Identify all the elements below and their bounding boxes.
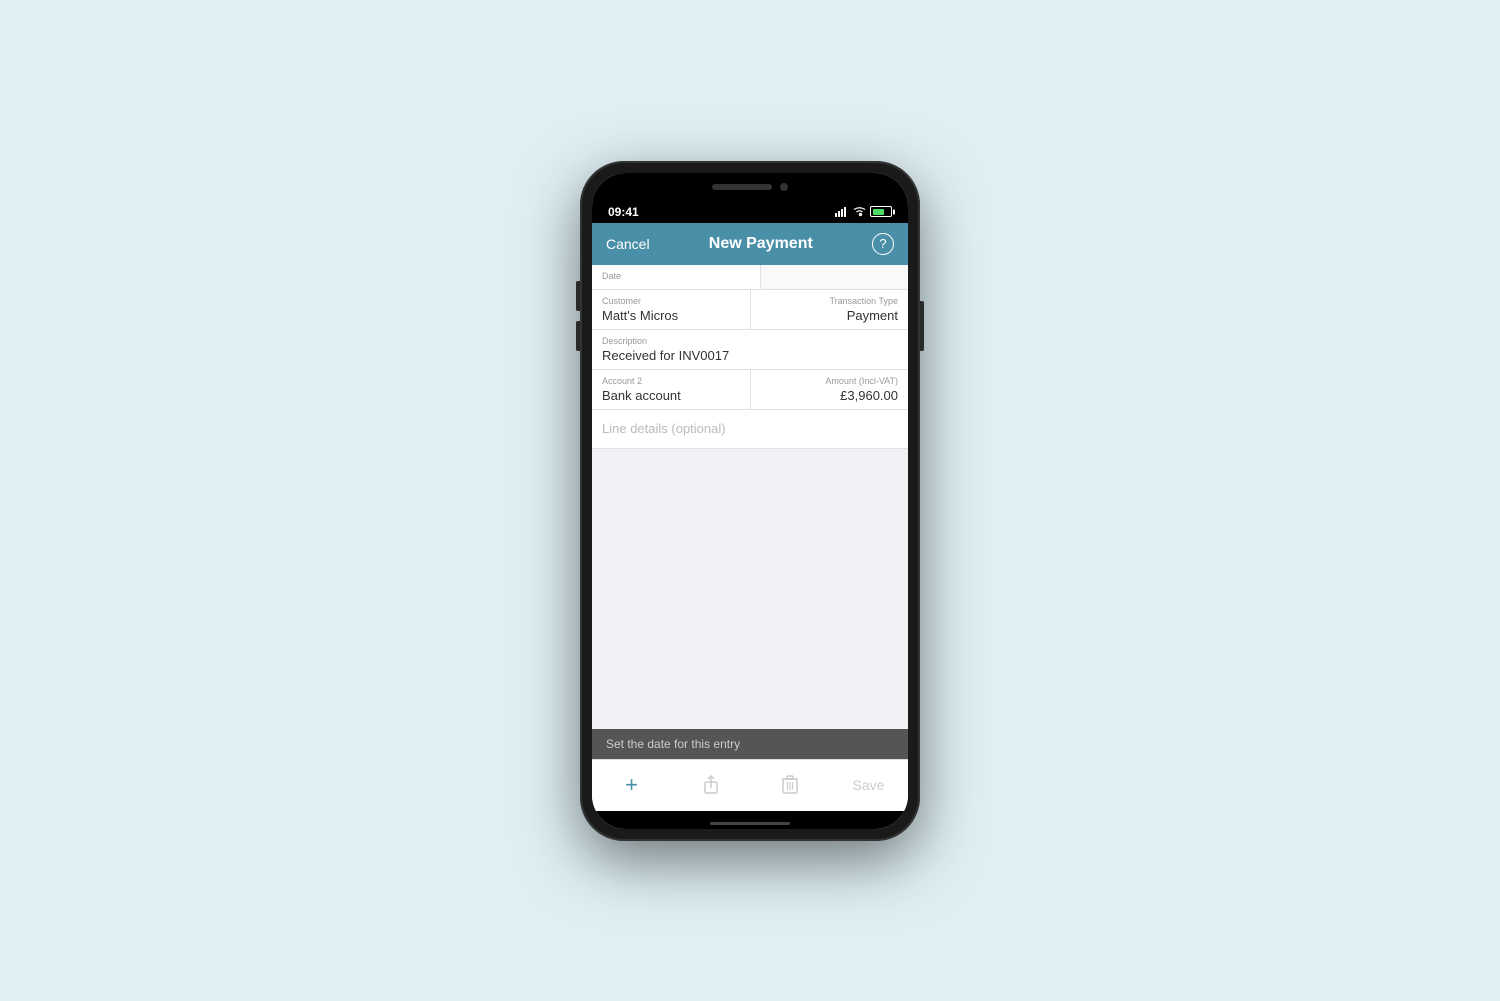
transaction-type-value: Payment (761, 308, 899, 323)
transaction-type-cell[interactable]: Transaction Type Payment (751, 290, 909, 329)
customer-row: Customer Matt's Micros Transaction Type … (592, 290, 908, 330)
description-row: Description Received for INV0017 (592, 330, 908, 370)
battery-icon (870, 206, 892, 217)
power-button[interactable] (920, 301, 924, 351)
date-label: Date (602, 271, 750, 281)
amount-label: Amount (Incl-VAT) (761, 376, 899, 386)
home-bar (710, 822, 790, 825)
share-button[interactable] (671, 775, 750, 795)
battery-fill (873, 209, 885, 215)
date-cell[interactable]: Date (592, 265, 761, 289)
phone-camera (780, 183, 788, 191)
form-area: Date Customer Matt's Micros Transaction … (592, 265, 908, 811)
customer-cell[interactable]: Customer Matt's Micros (592, 290, 751, 329)
phone-screen: 09:41 (592, 173, 908, 829)
status-bar: 09:41 (592, 201, 908, 223)
trash-icon (782, 775, 798, 795)
signal-icon (835, 206, 849, 217)
amount-value: £3,960.00 (761, 388, 899, 403)
footer-hint: Set the date for this entry (592, 729, 908, 759)
add-button[interactable]: + (592, 772, 671, 798)
share-icon (702, 775, 720, 795)
save-button[interactable]: Save (829, 777, 908, 793)
form-spacer (592, 449, 908, 729)
customer-value: Matt's Micros (602, 308, 740, 323)
description-value: Received for INV0017 (602, 348, 898, 363)
help-button[interactable]: ? (872, 233, 894, 255)
account2-value: Bank account (602, 388, 740, 403)
date-row: Date (592, 265, 908, 290)
form-rows: Date Customer Matt's Micros Transaction … (592, 265, 908, 449)
phone-speaker (712, 184, 772, 190)
account2-label: Account 2 (602, 376, 740, 386)
save-label: Save (853, 777, 885, 793)
nav-bar: Cancel New Payment ? (592, 223, 908, 265)
account2-cell[interactable]: Account 2 Bank account (592, 370, 751, 409)
customer-label: Customer (602, 296, 740, 306)
transaction-type-label: Transaction Type (761, 296, 899, 306)
volume-down-button[interactable] (576, 321, 580, 351)
account-amount-row: Account 2 Bank account Amount (Incl-VAT)… (592, 370, 908, 410)
delete-button[interactable] (750, 775, 829, 795)
cancel-button[interactable]: Cancel (606, 236, 650, 252)
phone-notch (592, 173, 908, 201)
status-icons (835, 206, 892, 217)
page-title: New Payment (709, 235, 813, 253)
wifi-icon (853, 207, 866, 217)
line-details-placeholder: Line details (optional) (602, 421, 726, 436)
description-label: Description (602, 336, 898, 346)
phone-device: 09:41 (580, 161, 920, 841)
date-row-right (761, 265, 909, 289)
description-cell[interactable]: Description Received for INV0017 (592, 330, 908, 369)
footer-hint-text: Set the date for this entry (606, 737, 740, 751)
home-indicator (592, 811, 908, 829)
bottom-toolbar: + (592, 759, 908, 811)
add-icon: + (625, 772, 638, 798)
amount-cell[interactable]: Amount (Incl-VAT) £3,960.00 (751, 370, 909, 409)
volume-up-button[interactable] (576, 281, 580, 311)
line-details-row[interactable]: Line details (optional) (592, 410, 908, 449)
status-time: 09:41 (608, 205, 639, 219)
